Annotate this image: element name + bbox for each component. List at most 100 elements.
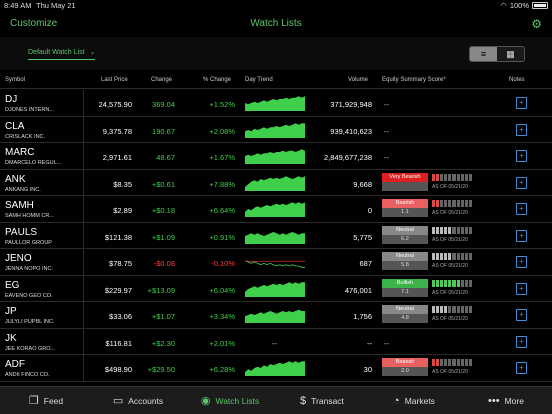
add-note-icon[interactable]: + [516,335,527,348]
equity-score[interactable]: Neutral 4.8 AS OF 05/21/20 [382,305,492,327]
score-bar [432,226,472,234]
score-bar-segment [464,306,468,313]
table-row[interactable]: JK JEE KORAO GRO... $116.81 +$2.30 +2.01% -- -… [0,328,552,355]
score-bar-segment [444,306,448,313]
header-last-price[interactable]: Last Price [101,77,128,83]
score-empty: -- [384,153,389,162]
tab-watch-lists[interactable]: ◉ Watch Lists [184,387,276,414]
status-bar: 8:49 AM Thu May 21 ◠ 100% [0,0,552,11]
column-divider [83,90,84,116]
tab-label: More [504,395,524,406]
equity-score[interactable]: Neutral 6.2 AS OF 05/21/20 [382,225,492,248]
tab-label: Watch Lists [215,395,260,406]
row-symbol: DJ [5,94,18,105]
row-volume: 5,775 [353,232,372,242]
table-row[interactable]: ADF ANDII FINCO CO. $498.90 +$29.50 +6.28% 30… [0,355,552,382]
table-row[interactable]: SAMH SAMH HOMM CR... $2.89 +$0.18 +6.64% 0 Be… [0,196,552,223]
tab-more[interactable]: ••• More [460,387,552,414]
header-pct-change[interactable]: % Change [203,77,231,83]
score-bar-segment [436,279,440,287]
add-note-icon[interactable]: + [516,150,527,162]
row-volume: 1,756 [353,312,372,321]
day-trend-empty: -- [272,338,277,348]
score-empty: -- [384,126,389,136]
add-note-icon[interactable]: + [516,97,527,109]
score-bar-segment [456,200,460,207]
score-bar-segment [452,226,456,234]
day-trend-sparkline [245,309,305,323]
score-bar-segment [468,226,472,234]
add-note-icon[interactable]: + [516,256,527,268]
watchlist-selected: Default Watch List [28,48,85,56]
equity-score[interactable]: Very Bearish AS OF 05/21/20 [382,172,492,195]
row-volume: -- [367,338,372,348]
score-rating-badge: Bullish [382,278,428,288]
add-note-icon[interactable]: + [516,203,527,215]
score-bar-segment [464,173,468,181]
day-trend-sparkline [245,361,305,376]
score-bar-segment [444,279,448,287]
list-view-icon[interactable]: ≡ [470,47,497,61]
row-symbol: JENO [5,253,32,264]
row-change: +$0.61 [151,179,175,189]
score-bar-segment [436,173,440,181]
header-symbol[interactable]: Symbol [5,77,25,83]
score-bar-segment [460,200,464,207]
table-row[interactable]: CLA CRISLACK INC. 9,375.78 190.67 +2.08% 939,… [0,116,552,143]
score-rating-badge: Neutral [382,225,428,235]
row-last-price: 2,971.61 [102,153,132,162]
view-toggle[interactable]: ≡ ▦ [469,46,525,62]
row-change: 369.04 [152,100,175,109]
tab-transact[interactable]: $ Transact [276,387,368,414]
tab-feed[interactable]: ❐ Feed [0,387,92,414]
table-row[interactable]: PAULS PAULLOR GROUP $121.38 +$1.09 +0.91% 5,7… [0,222,552,249]
gear-icon[interactable]: ⚙ [531,17,542,31]
score-bar-segment [464,359,468,366]
header-score[interactable]: Equity Summary Score* [382,77,446,83]
watchlist-table: DJ DJONES INTERN... 24,575.90 369.04 +1.52% 3… [0,90,552,386]
row-company-name: ANDII FINCO CO. [5,372,50,378]
score-bar-segment [448,359,452,366]
tab-markets[interactable]: ◔ Markets [368,387,460,414]
score-asof: AS OF 05/21/20 [432,183,468,190]
grid-view-icon[interactable]: ▦ [497,47,524,61]
score-bar-segment [448,173,452,181]
table-row[interactable]: JP JULYLI PUPBL INC. $33.06 +$1.07 +3.34% 1,7… [0,302,552,329]
add-note-icon[interactable]: + [516,123,527,136]
score-rating-badge: Very Bearish [382,172,428,182]
score-bar-segment [460,306,464,313]
column-divider [83,302,84,328]
score-asof: AS OF 05/21/20 [432,263,468,269]
header-volume[interactable]: Volume [348,77,368,83]
table-row[interactable]: MARC DMARCELO REGUL... 2,971.61 48.67 +1.67%… [0,143,552,170]
table-row[interactable]: DJ DJONES INTERN... 24,575.90 369.04 +1.52% 3… [0,90,552,117]
add-note-icon[interactable]: + [516,282,527,295]
add-note-icon[interactable]: + [516,362,527,374]
watchlist-selector[interactable]: Default Watch List ⌄ [28,48,96,60]
table-row[interactable]: EG EAVENO GEO CO. $229.97 +$13.09 +6.04% 476,… [0,275,552,302]
header-change[interactable]: Change [151,77,172,83]
add-note-icon[interactable]: + [516,176,527,189]
toolbar: Default Watch List ⌄ ≡ ▦ [0,37,552,70]
score-bar-segment [464,253,468,260]
table-row[interactable]: JENO JENNA NOPO INC. $78.75 -$0.08 -0.10% 687… [0,249,552,276]
add-note-icon[interactable]: + [516,309,527,321]
equity-score[interactable]: Bearish 2.0 AS OF 05/21/20 [382,358,492,380]
markets-icon: ◔ [393,394,400,407]
row-last-price: $229.97 [104,285,132,295]
score-bar-segment [436,359,440,366]
row-change: 190.67 [152,126,175,136]
table-row[interactable]: ANK ANKANG INC. $8.35 +$0.61 +7.88% 9,668 Ver… [0,169,552,196]
equity-score[interactable]: Neutral 5.8 AS OF 05/21/20 [382,252,492,274]
row-volume: 30 [363,365,372,374]
add-note-icon[interactable]: + [516,229,527,242]
tab-accounts[interactable]: ▭ Accounts [92,387,184,414]
score-bar-segment [452,279,456,287]
equity-score[interactable]: Bullish 7.1 AS OF 05/21/20 [382,278,492,301]
score-asof: AS OF 05/21/20 [432,316,468,322]
equity-score[interactable]: Bearish 1.1 AS OF 05/21/20 [382,199,492,221]
score-bar-segment [440,200,444,207]
day-trend-sparkline [245,202,305,217]
score-bar-segment [448,200,452,207]
column-divider [83,196,84,222]
